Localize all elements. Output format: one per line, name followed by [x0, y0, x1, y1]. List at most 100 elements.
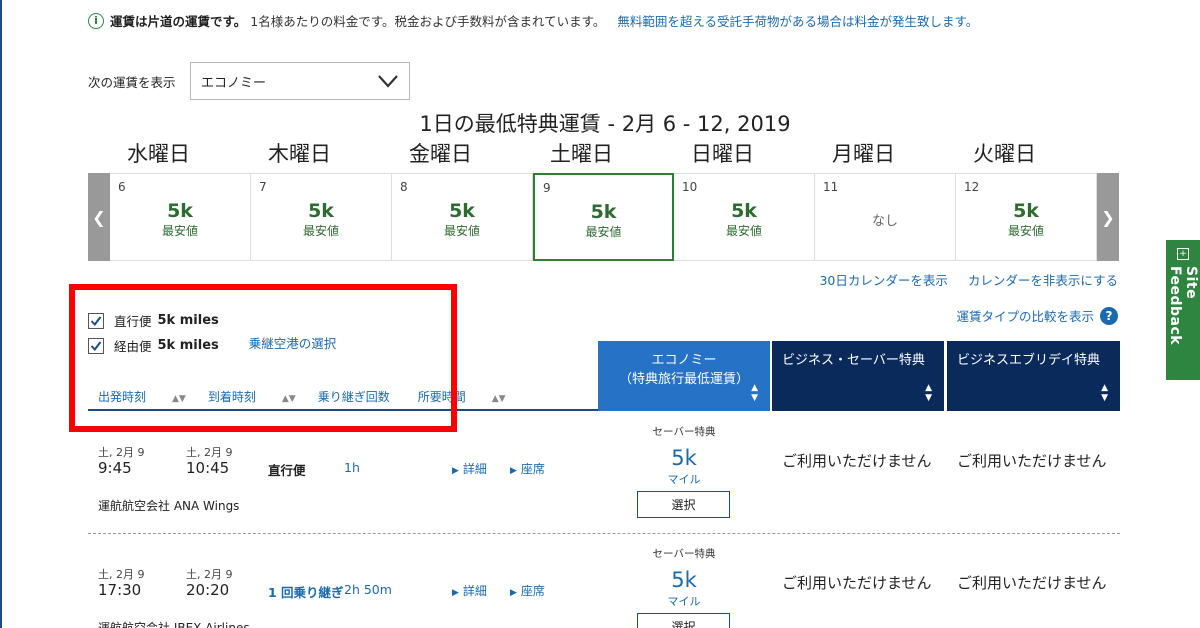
- day-price: 5k: [1013, 200, 1039, 222]
- business-everyday-unavailable: ご利用いただけません: [957, 574, 1107, 592]
- triangle-right-icon: ▶: [510, 466, 517, 476]
- day-price-label: 最安値: [1007, 224, 1044, 238]
- notice-bold: 運賃は片道の運賃です。: [110, 14, 247, 29]
- day-name: 土曜日: [550, 142, 613, 166]
- sort-arrows-icon: ▲▼: [751, 383, 758, 403]
- operating-airline: 運航航空会社 ANA Wings: [98, 499, 240, 513]
- details-link[interactable]: ▶ 詳細: [452, 582, 487, 599]
- calendar-day[interactable]: 11 なし: [815, 173, 956, 261]
- stops-info: 直行便: [268, 463, 306, 478]
- show-30-day-calendar-link[interactable]: 30日カレンダーを表示: [819, 270, 947, 289]
- seats-label: 座席: [520, 584, 545, 598]
- calendar-day[interactable]: 8 5k 最安値: [392, 173, 533, 261]
- fare-selector-label: 次の運賃を表示: [88, 75, 176, 90]
- day-price-label: 最安値: [585, 225, 622, 239]
- day-price: 5k: [590, 201, 617, 223]
- left-border: [0, 0, 2, 628]
- miles-unit: マイル: [667, 473, 701, 486]
- site-feedback-label: Site Feedback: [1167, 266, 1199, 346]
- hide-calendar-link[interactable]: カレンダーを非表示にする: [968, 270, 1118, 289]
- baggage-fee-link[interactable]: 無料範囲を超える受託手荷物がある場合は料金が発生致します。: [617, 11, 978, 30]
- business-saver-unavailable: ご利用いただけません: [782, 452, 932, 470]
- business-everyday-title: ビジネスエブリデイ特典: [957, 353, 1101, 368]
- triangle-right-icon: ▶: [510, 588, 517, 598]
- chevron-left-icon: ❮: [92, 207, 106, 227]
- day-name: 水曜日: [127, 142, 190, 166]
- calendar-day[interactable]: 12 5k 最安値: [956, 173, 1097, 261]
- triangle-right-icon: ▶: [452, 588, 459, 598]
- calendar-title: 1日の最低特典運賃 - 2月 6 - 12, 2019: [419, 112, 791, 136]
- column-business-everyday[interactable]: ビジネスエブリデイ特典 ▲ ▼: [947, 341, 1120, 411]
- calendar-links: 30日カレンダーを表示 カレンダーを非表示にする: [819, 270, 1118, 289]
- operating-airline: 運航航空会社 IBEX Airlines: [98, 621, 250, 628]
- chevron-down-icon: [378, 75, 398, 88]
- site-feedback-tab[interactable]: + Site Feedback: [1166, 240, 1200, 380]
- miles-unit: マイル: [667, 595, 701, 608]
- miles-value: 5k: [671, 446, 697, 470]
- help-icon[interactable]: ?: [1100, 306, 1118, 325]
- flight-duration: 1h: [344, 460, 360, 475]
- day-number: 6: [118, 180, 126, 194]
- day-price-label: 最安値: [161, 224, 198, 238]
- column-business-saver[interactable]: ビジネス・セーバー特典 ▲ ▼: [772, 341, 944, 411]
- day-price-label: 最安値: [302, 224, 339, 238]
- economy-subtitle: （特典旅行最低運賃）: [618, 372, 749, 387]
- arrival-date: 土, 2月 9: [186, 568, 233, 581]
- notice-text: 1名様あたりの料金です。税金および手数料が含まれています。: [250, 14, 606, 29]
- day-name: 月曜日: [832, 142, 895, 166]
- details-label: 詳細: [462, 462, 487, 476]
- day-price: 5k: [731, 200, 757, 222]
- day-price: 5k: [167, 200, 193, 222]
- highlight-box: [69, 284, 457, 432]
- departure-time: 17:30: [98, 581, 142, 599]
- miles-value: 5k: [671, 568, 697, 592]
- details-link[interactable]: ▶ 詳細: [452, 460, 487, 477]
- fare-notice: i 運賃は片道の運賃です。 1名様あたりの料金です。税金および手数料が含まれてい…: [88, 11, 978, 30]
- calendar-day-selected[interactable]: 9 5k 最安値: [533, 173, 674, 261]
- seats-link[interactable]: ▶ 座席: [510, 460, 545, 477]
- business-saver-title: ビジネス・セーバー特典: [782, 353, 925, 368]
- day-name: 日曜日: [691, 142, 754, 166]
- fare-class-select[interactable]: エコノミー: [190, 62, 410, 100]
- seats-link[interactable]: ▶ 座席: [510, 582, 545, 599]
- day-name: 木曜日: [268, 142, 331, 166]
- info-icon: i: [88, 12, 104, 29]
- stops-info[interactable]: 1 回乗り継ぎ: [268, 582, 344, 601]
- day-number: 10: [682, 180, 698, 194]
- day-name: 金曜日: [409, 142, 472, 166]
- sort-arrows-icon: ▲▼: [491, 394, 506, 404]
- calendar-strip: ❮ 6 5k 最安値 7 5k 最安値 8 5k 最安値 9 5k 最安値 10…: [88, 173, 1119, 261]
- business-everyday-unavailable: ご利用いただけません: [957, 452, 1107, 470]
- chevron-right-icon: ❯: [1101, 207, 1115, 227]
- select-flight-button[interactable]: 選択: [637, 491, 730, 518]
- calendar-day[interactable]: 7 5k 最安値: [251, 173, 392, 261]
- calendar-prev-button[interactable]: ❮: [88, 173, 110, 261]
- select-flight-button[interactable]: 選択: [637, 613, 730, 628]
- triangle-right-icon: ▶: [452, 466, 459, 476]
- compare-fare-types-link[interactable]: 運賃タイプの比較を表示: [956, 306, 1094, 325]
- saver-award-label: セーバー特典: [652, 548, 716, 560]
- compare-fare-types[interactable]: 運賃タイプの比較を表示 ?: [956, 306, 1118, 325]
- calendar-next-button[interactable]: ❯: [1097, 173, 1119, 261]
- day-price: 5k: [308, 200, 334, 222]
- arrival-date: 土, 2月 9: [186, 446, 233, 459]
- arrival-time: 10:45: [186, 459, 230, 477]
- departure-date: 土, 2月 9: [98, 446, 145, 459]
- day-name: 火曜日: [973, 142, 1036, 166]
- day-number: 11: [823, 180, 839, 194]
- arrival-time: 20:20: [186, 581, 230, 599]
- calendar-day[interactable]: 6 5k 最安値: [110, 173, 251, 261]
- column-economy[interactable]: エコノミー （特典旅行最低運賃） ▲ ▼: [598, 341, 770, 411]
- departure-time: 9:45: [98, 459, 132, 477]
- row-divider: [88, 533, 1120, 534]
- day-unavailable: なし: [871, 214, 898, 229]
- day-price-label: 最安値: [443, 224, 480, 238]
- departure-date: 土, 2月 9: [98, 568, 145, 581]
- business-saver-unavailable: ご利用いただけません: [782, 574, 932, 592]
- calendar-day-names: 水曜日 木曜日 金曜日 土曜日 日曜日 月曜日 火曜日: [88, 138, 1075, 168]
- economy-title: エコノミー: [651, 353, 717, 368]
- day-number: 9: [543, 181, 551, 195]
- sort-arrows-icon: ▲▼: [925, 383, 932, 403]
- calendar-day[interactable]: 10 5k 最安値: [674, 173, 815, 261]
- day-number: 8: [400, 180, 408, 194]
